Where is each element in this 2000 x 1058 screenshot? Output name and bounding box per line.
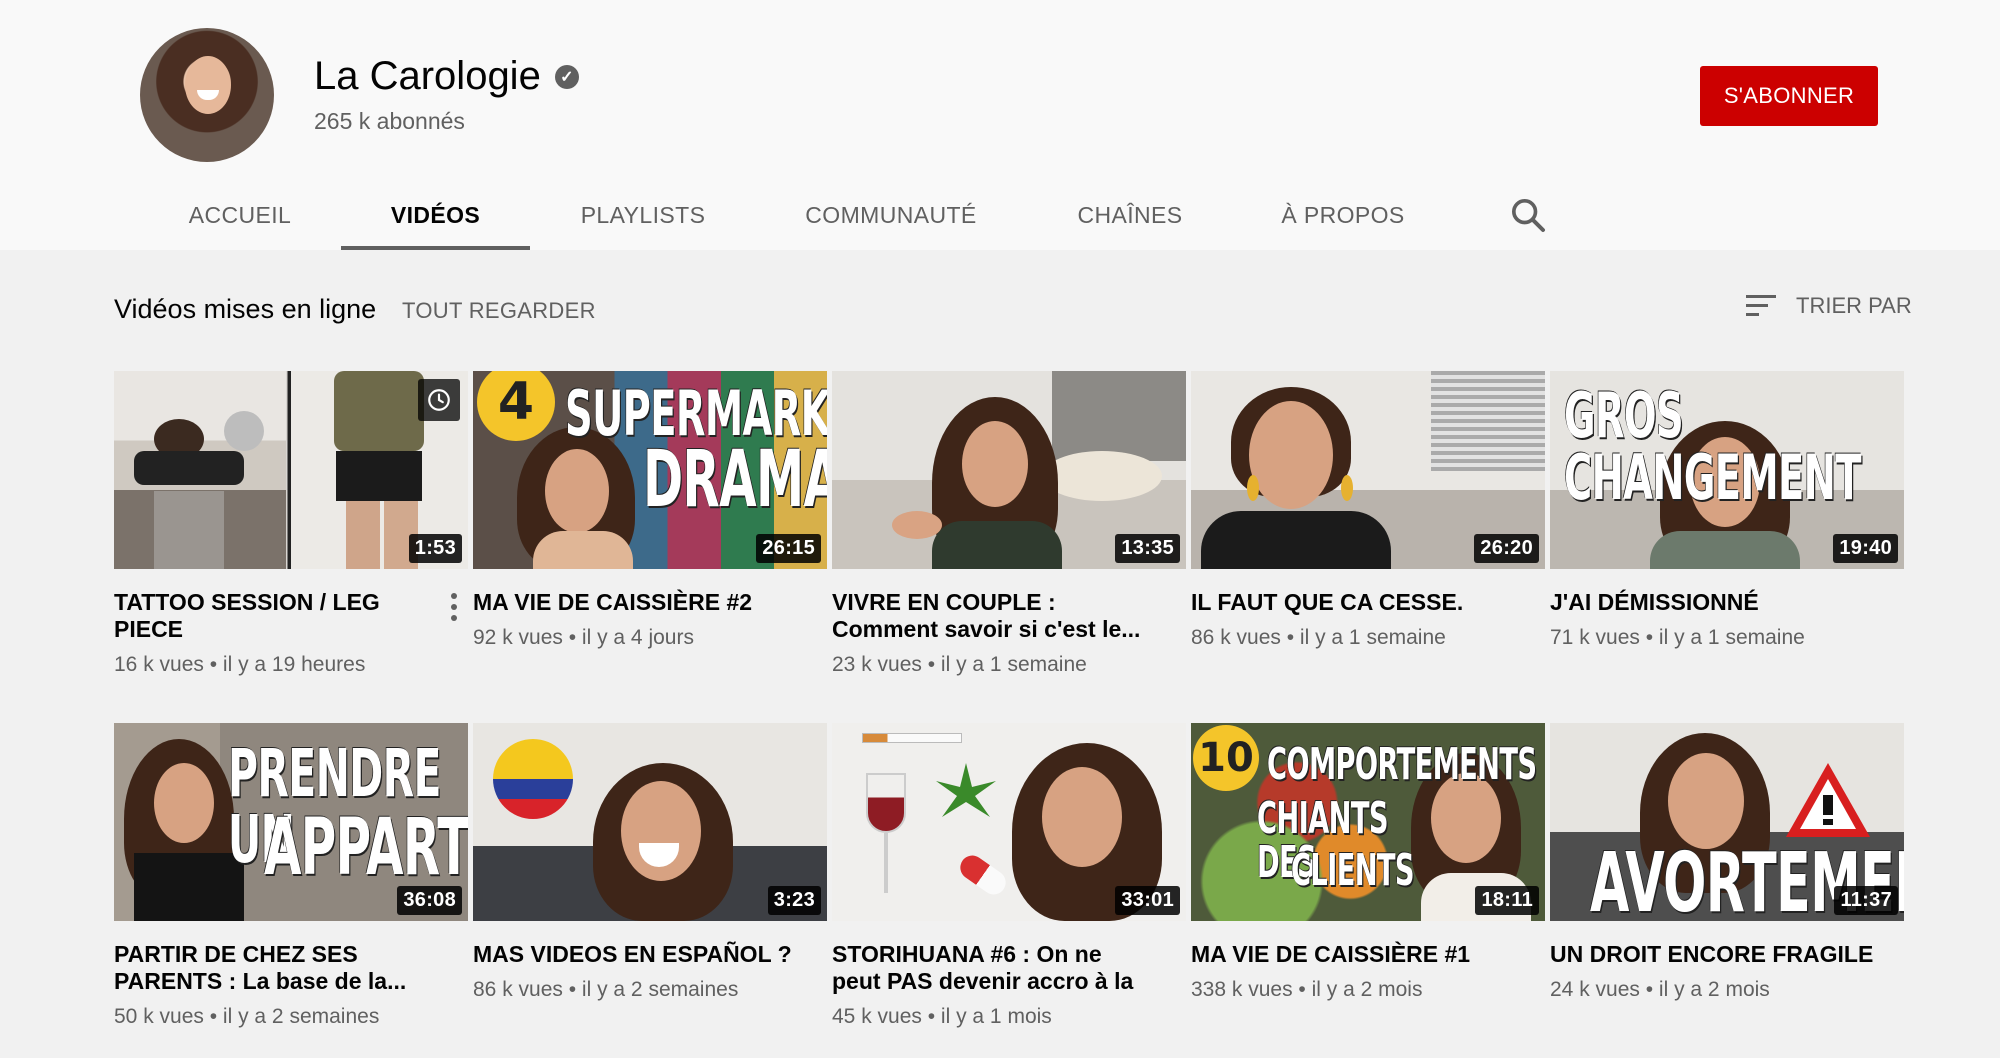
video-card[interactable]: 26:20 IL FAUT QUE CA CESSE. 86 k vues • … xyxy=(1191,371,1545,650)
video-duration: 13:35 xyxy=(1115,534,1180,563)
sort-label: TRIER PAR xyxy=(1796,293,1912,318)
video-title[interactable]: PARTIR DE CHEZ SES PARENTS : La base de … xyxy=(114,941,468,995)
thumbnail-caption: APPART xyxy=(264,803,468,893)
video-title[interactable]: UN DROIT ENCORE FRAGILE xyxy=(1550,941,1904,968)
video-thumbnail[interactable]: 1:53 xyxy=(114,371,468,569)
pill-icon xyxy=(955,850,1011,900)
subscribe-button[interactable]: S'ABONNER xyxy=(1700,66,1878,126)
more-actions-icon[interactable] xyxy=(450,593,458,623)
video-meta: 92 k vues • il y a 4 jours xyxy=(473,626,694,649)
video-thumbnail[interactable]: 26:20 xyxy=(1191,371,1545,569)
video-meta: 86 k vues • il y a 2 semaines xyxy=(473,978,739,1001)
video-meta: 45 k vues • il y a 1 mois xyxy=(832,1005,1052,1028)
sort-icon xyxy=(1746,295,1776,316)
video-card[interactable]: GROS CHANGEMENT 19:40 J'AI DÉMISSIONNÉ 7… xyxy=(1550,371,1904,650)
video-duration: 26:20 xyxy=(1474,534,1539,563)
video-duration: 18:11 xyxy=(1475,886,1539,915)
video-meta: 338 k vues • il y a 2 mois xyxy=(1191,978,1423,1001)
channel-name: La Carologie xyxy=(314,54,541,98)
video-meta: 71 k vues • il y a 1 semaine xyxy=(1550,626,1805,649)
channel-name-row: La Carologie ✓ xyxy=(314,54,579,99)
video-card[interactable]: PRENDRE UN APPART 36:08 PARTIR DE CHEZ S… xyxy=(114,723,468,1029)
subscriber-count: 265 k abonnés xyxy=(314,108,465,134)
video-thumbnail[interactable]: 3:23 xyxy=(473,723,827,921)
video-meta: 16 k vues • il y a 19 heures xyxy=(114,653,366,676)
video-duration: 1:53 xyxy=(408,534,462,563)
video-card[interactable]: 4 SUPERMARKET DRAMA 26:15 MA VIE DE CAIS… xyxy=(473,371,827,650)
channel-header: La Carologie ✓ 265 k abonnés S'ABONNER A… xyxy=(0,0,2000,250)
video-title[interactable]: J'AI DÉMISSIONNÉ xyxy=(1550,589,1904,616)
video-thumbnail[interactable]: 33:01 xyxy=(832,723,1186,921)
video-duration: 3:23 xyxy=(767,886,821,915)
video-meta: 23 k vues • il y a 1 semaine xyxy=(832,653,1087,676)
episode-badge: 4 xyxy=(477,371,555,441)
verified-check-icon: ✓ xyxy=(554,64,579,89)
video-meta: 50 k vues • il y a 2 semaines xyxy=(114,1005,380,1028)
video-duration: 33:01 xyxy=(1115,886,1180,915)
thumbnail-caption: CLIENTS xyxy=(1291,845,1415,896)
thumbnail-caption: COMPORTEMENTS xyxy=(1267,739,1537,790)
wine-glass-icon xyxy=(866,773,906,833)
video-thumbnail[interactable]: 4 SUPERMARKET DRAMA 26:15 xyxy=(473,371,827,569)
section-title: Vidéos mises en ligne xyxy=(114,294,377,324)
video-duration: 36:08 xyxy=(397,886,462,915)
thumbnail-caption: GROS CHANGEMENT xyxy=(1564,379,1861,514)
colombia-flag-icon xyxy=(493,739,573,819)
video-title[interactable]: IL FAUT QUE CA CESSE. xyxy=(1191,589,1545,616)
video-card[interactable]: 10 COMPORTEMENTS CHIANTS DES CLIENTS 18:… xyxy=(1191,723,1545,1002)
video-title[interactable]: MA VIE DE CAISSIÈRE #2 xyxy=(473,589,827,616)
tab-communaute[interactable]: COMMUNAUTÉ xyxy=(800,180,982,250)
video-meta: 86 k vues • il y a 1 semaine xyxy=(1191,626,1446,649)
episode-badge: 10 xyxy=(1193,725,1259,791)
tab-a-propos[interactable]: À PROPOS xyxy=(1278,180,1408,250)
channel-avatar[interactable] xyxy=(140,28,274,162)
video-thumbnail[interactable]: 13:35 xyxy=(832,371,1186,569)
video-thumbnail[interactable]: 10 COMPORTEMENTS CHIANTS DES CLIENTS 18:… xyxy=(1191,723,1545,921)
video-title[interactable]: MAS VIDEOS EN ESPAÑOL ? xyxy=(473,941,827,968)
video-meta: 24 k vues • il y a 2 mois xyxy=(1550,978,1770,1001)
video-thumbnail[interactable]: GROS CHANGEMENT 19:40 xyxy=(1550,371,1904,569)
video-card[interactable]: 13:35 VIVRE EN COUPLE : Comment savoir s… xyxy=(832,371,1186,677)
tab-chaines[interactable]: CHAÎNES xyxy=(1070,180,1190,250)
video-duration: 19:40 xyxy=(1833,534,1898,563)
tab-accueil[interactable]: ACCUEIL xyxy=(180,180,300,250)
video-card[interactable]: AVORTEMENT 11:37 UN DROIT ENCORE FRAGILE… xyxy=(1550,723,1904,1002)
video-card[interactable]: 33:01 STORIHUANA #6 : On ne peut PAS dev… xyxy=(832,723,1186,1029)
cannabis-leaf-icon xyxy=(936,763,996,817)
video-duration: 26:15 xyxy=(756,534,821,563)
video-title[interactable]: STORIHUANA #6 : On ne peut PAS devenir a… xyxy=(832,941,1186,995)
sort-menu[interactable]: TRIER PAR xyxy=(1746,292,1912,320)
video-duration: 11:37 xyxy=(1834,886,1898,915)
video-card[interactable]: 3:23 MAS VIDEOS EN ESPAÑOL ? 86 k vues •… xyxy=(473,723,827,1002)
channel-tabs: ACCUEIL VIDÉOS PLAYLISTS COMMUNAUTÉ CHAÎ… xyxy=(0,180,2000,250)
search-icon[interactable] xyxy=(1508,195,1548,235)
video-title[interactable]: MA VIE DE CAISSIÈRE #1 xyxy=(1191,941,1545,968)
tab-videos[interactable]: VIDÉOS xyxy=(341,180,530,250)
video-thumbnail[interactable]: PRENDRE UN APPART 36:08 xyxy=(114,723,468,921)
video-card[interactable]: 1:53 TATTOO SESSION / LEG PIECE 16 k vue… xyxy=(114,371,468,677)
video-title[interactable]: TATTOO SESSION / LEG PIECE xyxy=(114,589,468,643)
video-thumbnail[interactable]: AVORTEMENT 11:37 xyxy=(1550,723,1904,921)
play-all-link[interactable]: TOUT REGARDER xyxy=(402,298,596,324)
watch-later-icon[interactable] xyxy=(418,379,460,421)
tab-playlists[interactable]: PLAYLISTS xyxy=(570,180,716,250)
thumbnail-caption: DRAMA xyxy=(643,435,827,525)
video-title[interactable]: VIVRE EN COUPLE : Comment savoir si c'es… xyxy=(832,589,1186,643)
cigarette-icon xyxy=(862,733,962,743)
